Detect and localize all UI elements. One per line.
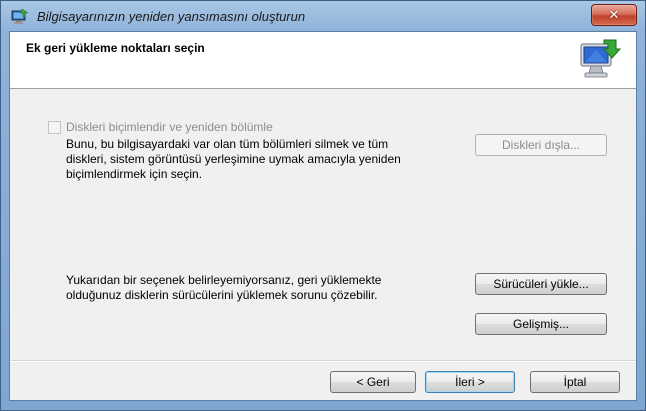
dialog-window: Bilgisayarınızın yeniden yansımasını olu…: [0, 0, 646, 411]
header-band: Ek geri yükleme noktaları seçin: [10, 32, 636, 89]
title-bar[interactable]: Bilgisayarınızın yeniden yansımasını olu…: [1, 1, 645, 31]
close-button[interactable]: ✕: [591, 4, 637, 26]
drivers-hint: Yukarıdan bir seçenek belirleyemiyorsanı…: [66, 273, 446, 303]
exclude-disks-button[interactable]: Diskleri dışla...: [475, 134, 607, 156]
page-title: Ek geri yükleme noktaları seçin: [26, 41, 205, 55]
description-line: biçimlendirmek için seçin.: [66, 167, 203, 181]
format-disks-option: Diskleri biçimlendir ve yeniden bölümle: [48, 120, 273, 134]
format-disks-checkbox[interactable]: [48, 120, 61, 134]
hint-line: olduğunuz disklerin sürücülerini yükleme…: [66, 288, 378, 302]
cancel-button[interactable]: İptal: [530, 371, 620, 393]
format-disks-description: Bunu, bu bilgisayardaki var olan tüm böl…: [66, 137, 426, 182]
format-disks-label: Diskleri biçimlendir ve yeniden bölümle: [66, 120, 273, 134]
hint-line: Yukarıdan bir seçenek belirleyemiyorsanı…: [66, 273, 382, 287]
content-area: Diskleri biçimlendir ve yeniden bölümle …: [10, 89, 636, 360]
description-line: diskleri, sistem görüntüsü yerleşimine u…: [66, 152, 401, 166]
window-title: Bilgisayarınızın yeniden yansımasını olu…: [37, 9, 306, 24]
next-button[interactable]: İleri >: [425, 371, 515, 393]
back-button[interactable]: < Geri: [330, 371, 416, 393]
install-drivers-button[interactable]: Sürücüleri yükle...: [475, 273, 607, 295]
description-line: Bunu, bu bilgisayardaki var olan tüm böl…: [66, 137, 389, 151]
computer-restore-icon: [580, 39, 622, 78]
advanced-button[interactable]: Gelişmiş...: [475, 313, 607, 335]
system-image-recovery-icon: [11, 8, 29, 24]
footer-divider: [10, 360, 636, 362]
close-icon: ✕: [608, 7, 620, 23]
dialog-client-area: Ek geri yükleme noktaları seçin Diskleri…: [9, 31, 637, 401]
